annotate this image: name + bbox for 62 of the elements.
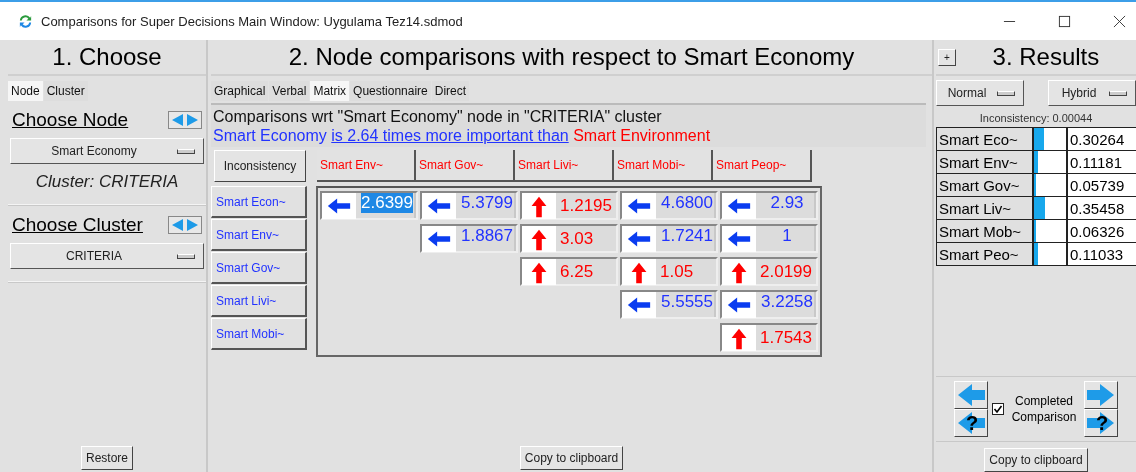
copy-button[interactable]: Copy to clipboard [984, 448, 1088, 472]
tab[interactable]: Verbal [269, 81, 310, 101]
priority-value: 0.11181 [1068, 151, 1136, 173]
inconsistency-value: Inconsistency: 0.00044 [978, 112, 1094, 124]
result-label[interactable]: Smart Env~ [936, 151, 1034, 173]
comparison-info: Comparisons wrt "Smart Economy" node in "CRITERIA" cluster [213, 107, 663, 126]
column-header[interactable]: Smart Livi~ [515, 150, 614, 182]
previous-button[interactable] [954, 381, 988, 409]
row-header[interactable]: Smart Env~ [211, 219, 307, 251]
window-title: Comparisons for Super Decisions Main Window: Uygulama Tez14.sdmod [41, 13, 463, 29]
result-label[interactable]: Smart Peo~ [936, 243, 1034, 265]
result-label[interactable]: Smart Eco~ [936, 128, 1034, 150]
priority-value: 0.06326 [1068, 220, 1136, 242]
close-icon[interactable] [1113, 14, 1126, 28]
copy-button[interactable]: Copy to clipboard [519, 446, 624, 470]
column-header[interactable]: Smart Env~ [317, 150, 416, 182]
priority-value: 0.05739 [1068, 174, 1136, 196]
cluster-label: Cluster: CRITERIA [34, 172, 180, 192]
row-header[interactable]: Smart Livi~ [211, 285, 307, 317]
row-header[interactable]: Smart Gov~ [211, 252, 307, 284]
result-label[interactable]: Smart Mob~ [936, 220, 1034, 242]
column-header[interactable]: Smart Mobi~ [614, 150, 713, 182]
prev-next-arrows-icon[interactable] [168, 216, 202, 234]
result-label[interactable]: Smart Liv~ [936, 197, 1034, 219]
comparison-sentence: Smart Economy is 2.64 times more important than Smart Environment [213, 126, 712, 145]
view-dropdown[interactable]: Hybrid [1048, 80, 1136, 106]
right-arrow-icon [1086, 383, 1116, 407]
panel-title: 3. Results [991, 43, 1101, 71]
tab[interactable]: Node [8, 81, 43, 101]
column-header[interactable]: Smart Peop~ [713, 150, 812, 182]
left-arrow-icon [956, 383, 986, 407]
row-header[interactable]: Smart Mobi~ [211, 318, 307, 350]
column-header[interactable]: Smart Gov~ [416, 150, 515, 182]
tab[interactable]: Direct [431, 81, 470, 101]
section-heading: Choose Cluster [12, 214, 143, 236]
result-label[interactable]: Smart Gov~ [936, 174, 1034, 196]
priority-value: 0.11033 [1068, 243, 1136, 265]
row-header[interactable]: Smart Econ~ [211, 186, 307, 218]
priority-value: 0.30264 [1068, 128, 1136, 150]
inconsistency-button[interactable]: Inconsistency [214, 150, 306, 182]
app-icon [18, 13, 33, 29]
tab[interactable]: Cluster [43, 81, 88, 101]
tab[interactable]: Graphical [211, 81, 269, 101]
tab[interactable]: Questionnaire [350, 81, 431, 101]
cluster-dropdown[interactable]: CRITERIA [10, 243, 204, 269]
next-button[interactable] [1084, 381, 1118, 409]
priority-value: 0.35458 [1068, 197, 1136, 219]
next-unfinished-button[interactable]: ? [1084, 409, 1118, 437]
expand-button[interactable]: + [938, 48, 956, 66]
panel-title: 1. Choose [8, 40, 206, 76]
node-dropdown[interactable]: Smart Economy [10, 138, 204, 164]
comparison-link[interactable]: is 2.64 times more important than [331, 127, 569, 144]
prev-next-arrows-icon[interactable] [168, 111, 202, 129]
completed-checkbox[interactable] [992, 403, 1004, 415]
checkbox-label: Completed Comparison [1010, 393, 1078, 425]
mode-dropdown[interactable]: Normal [936, 80, 1024, 106]
restore-button[interactable]: Restore [81, 446, 133, 470]
previous-unfinished-button[interactable]: ? [954, 409, 988, 437]
section-heading: Choose Node [12, 109, 129, 131]
tab[interactable]: Matrix [310, 81, 350, 101]
panel-title: 2. Node comparisons with respect to Smart Economy [211, 40, 932, 76]
maximize-icon[interactable] [1058, 14, 1071, 28]
